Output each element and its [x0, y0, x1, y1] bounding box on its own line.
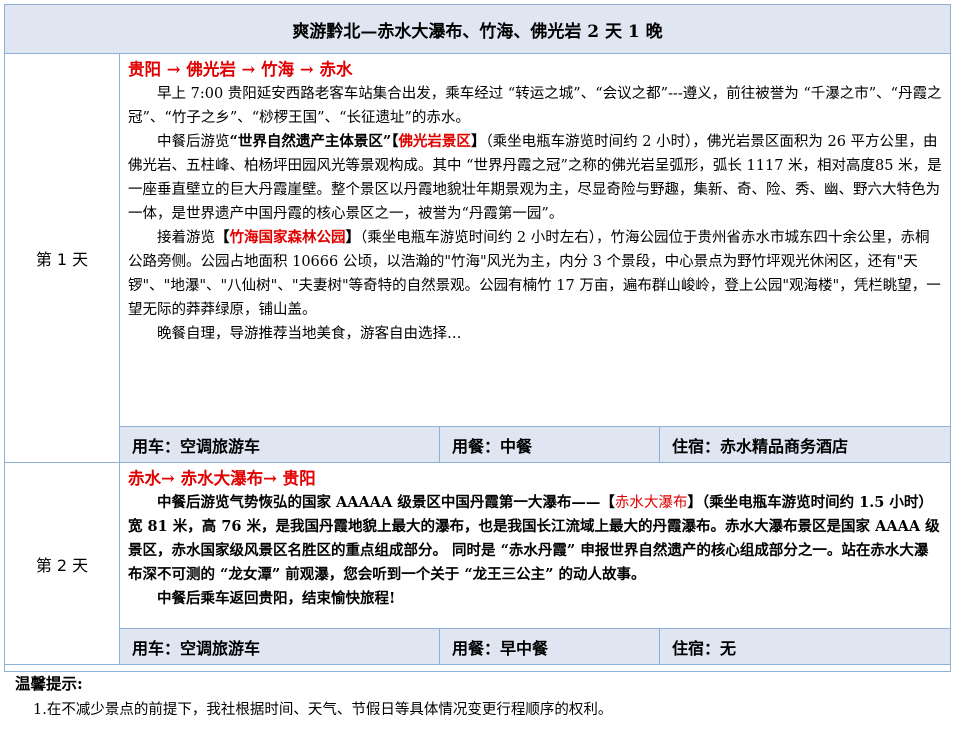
- day-1-meal: 用餐：中餐: [440, 427, 660, 462]
- day-1-content: 贵阳 → 佛光岩 → 竹海 → 赤水 早上 7:00 贵阳延安西路老客车站集合出…: [120, 54, 950, 462]
- day-2-label: 第 2 天: [5, 463, 120, 664]
- day-2-transport: 用车：空调旅游车: [120, 629, 440, 664]
- day-1-label: 第 1 天: [5, 54, 120, 462]
- bamboo-sea-link: 竹海国家森林公园: [229, 229, 346, 246]
- day-2-lodging: 住宿：无: [672, 638, 737, 658]
- chishui-waterfall-link: 赤水大瀑布: [614, 495, 688, 511]
- day-1-info-bar: 用车：空调旅游车 用餐：中餐 住宿：赤水精品商务酒店: [120, 426, 950, 462]
- day-2-route: 赤水→ 赤水大瀑布→ 贵阳: [128, 469, 316, 488]
- day-1-row: 第 1 天 贵阳 → 佛光岩 → 竹海 → 赤水 早上 7:00 贵阳延安西路老…: [5, 54, 950, 463]
- day-1-paragraph-1: 早上 7:00 贵阳延安西路老客车站集合出发，乘车经过 “转运之城”、“会议之都…: [128, 86, 942, 126]
- tips-section: 温馨提示: 1.在不减少景点的前提下，我社根据时间、天气、节假日等具体情况变更行…: [5, 665, 950, 729]
- day-2-info-bar: 用车：空调旅游车 用餐：早中餐 住宿：无: [120, 628, 950, 664]
- day-2-paragraph-2: 中餐后乘车返回贵阳，结束愉快旅程!: [157, 590, 396, 607]
- day-1-paragraph-2: 中餐后游览“世界自然遗产主体景区”【佛光岩景区】（乘坐电瓶车游览时间约 2 小时…: [128, 133, 942, 222]
- foguangyan-link: 佛光岩景区: [398, 133, 471, 150]
- day-1-paragraph-3: 接着游览【竹海国家森林公园】（乘坐电瓶车游览时间约 2 小时左右），竹海公园位于…: [128, 229, 941, 318]
- itinerary-title: 爽游黔北—赤水大瀑布、竹海、佛光岩 2 天 1 晚: [5, 5, 950, 54]
- day-2-row: 第 2 天 赤水→ 赤水大瀑布→ 贵阳 中餐后游览气势恢弘的国家 AAAAA 级…: [5, 463, 950, 665]
- day-2-paragraph-1: 中餐后游览气势恢弘的国家 AAAAA 级景区中国丹霞第一大瀑布——【赤水大瀑布】…: [128, 494, 940, 583]
- day-1-route: 贵阳 → 佛光岩 → 竹海 → 赤水: [128, 60, 353, 79]
- tip-item: 1.在不减少景点的前提下，我社根据时间、天气、节假日等具体情况变更行程顺序的权利…: [33, 702, 613, 718]
- day-1-lodging: 住宿：赤水精品商务酒店: [672, 436, 849, 456]
- day-1-transport: 用车：空调旅游车: [120, 427, 440, 462]
- day-2-meal: 用餐：早中餐: [440, 629, 660, 664]
- itinerary-table: 爽游黔北—赤水大瀑布、竹海、佛光岩 2 天 1 晚 第 1 天 贵阳 → 佛光岩…: [4, 4, 951, 718]
- day-2-content: 赤水→ 赤水大瀑布→ 贵阳 中餐后游览气势恢弘的国家 AAAAA 级景区中国丹霞…: [120, 463, 950, 664]
- tips-title: 温馨提示:: [15, 674, 83, 693]
- day-1-paragraph-4: 晚餐自理，导游推荐当地美食，游客自由选择…: [157, 326, 462, 342]
